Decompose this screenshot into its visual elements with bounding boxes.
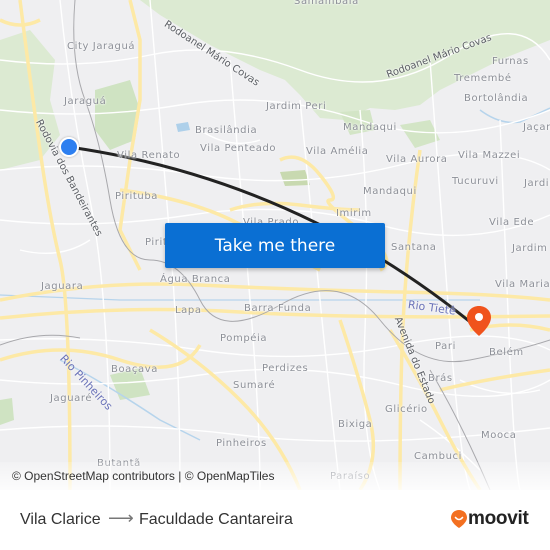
place-label: Barra Funda bbox=[244, 303, 312, 314]
place-label: Tucuruvi bbox=[452, 176, 499, 187]
moovit-logo[interactable]: moovit bbox=[450, 508, 529, 530]
place-label: Jardim bbox=[512, 243, 548, 254]
place-label: Jaguara bbox=[41, 281, 84, 292]
place-label: Jaraguá bbox=[64, 96, 107, 107]
place-label: Boaçava bbox=[111, 364, 158, 375]
map-view[interactable]: Samambaia City Jaraguá Jaraguá Brasilândia V… bbox=[0, 0, 550, 490]
park-area bbox=[280, 170, 310, 186]
place-label: Perdizes bbox=[262, 363, 309, 374]
place-label: Imirim bbox=[336, 208, 372, 219]
place-label: Glicério bbox=[385, 404, 428, 415]
lake bbox=[176, 122, 190, 132]
destination-name: Faculdade Cantareira bbox=[139, 511, 293, 528]
place-label: Cambuci bbox=[414, 451, 463, 462]
map-attribution: © OpenStreetMap contributors | © OpenMap… bbox=[0, 462, 550, 490]
origin-marker[interactable] bbox=[59, 137, 79, 157]
river bbox=[479, 107, 550, 124]
place-label: Bortolândia bbox=[464, 93, 529, 104]
arrow-right-icon: ⟶ bbox=[108, 508, 134, 528]
place-label: Vila Renato bbox=[117, 150, 181, 161]
park-area bbox=[0, 398, 14, 425]
place-label: Santana bbox=[391, 242, 437, 253]
place-label: Tremembé bbox=[454, 73, 512, 84]
place-label: Vila Maria bbox=[495, 279, 550, 290]
place-label: Jaguaré bbox=[50, 393, 93, 404]
place-label: Vila Mazzei bbox=[458, 150, 521, 161]
place-label: Água Branca bbox=[160, 274, 231, 285]
place-label: Lapa bbox=[175, 305, 202, 316]
map-pin-icon bbox=[467, 306, 491, 336]
place-label: City Jaraguá bbox=[67, 41, 136, 52]
attribution-text[interactable]: © OpenStreetMap contributors | © OpenMap… bbox=[12, 469, 274, 483]
place-label: Samambaia bbox=[294, 0, 359, 7]
destination-marker[interactable] bbox=[466, 305, 492, 341]
place-label: Vila Aurora bbox=[386, 154, 448, 165]
place-label: Jardim bbox=[524, 178, 550, 189]
place-label: Vila Ede bbox=[489, 217, 535, 228]
place-label: Bixiga bbox=[338, 419, 373, 430]
brand-name: moovit bbox=[468, 508, 529, 529]
take-me-there-button[interactable]: Take me there bbox=[165, 223, 385, 268]
place-label: Mandaqui bbox=[363, 186, 417, 197]
place-label: Brás bbox=[428, 373, 453, 384]
place-label: Belém bbox=[489, 347, 524, 358]
place-label: Mandaqui bbox=[343, 122, 397, 133]
origin-name: Vila Clarice bbox=[20, 511, 101, 528]
route-footer: Vila Clarice ⟶ Faculdade Cantareira moov… bbox=[0, 490, 550, 550]
park-area bbox=[400, 120, 440, 148]
place-label: Sumaré bbox=[233, 380, 276, 391]
place-label: Jaçanã bbox=[523, 122, 550, 133]
place-label: Pompéia bbox=[220, 333, 268, 344]
moovit-pin-icon bbox=[451, 510, 467, 528]
place-label: Brasilândia bbox=[195, 125, 258, 136]
place-label: Vila Amélia bbox=[306, 146, 369, 157]
place-label: Pinheiros bbox=[216, 438, 267, 449]
place-label: Vila Penteado bbox=[200, 143, 277, 154]
place-label: Furnas bbox=[492, 56, 529, 67]
place-label: Pirituba bbox=[115, 191, 159, 202]
place-label: Jardim Peri bbox=[266, 101, 327, 112]
place-label: Pari bbox=[435, 341, 456, 352]
place-label: Mooca bbox=[481, 430, 517, 441]
